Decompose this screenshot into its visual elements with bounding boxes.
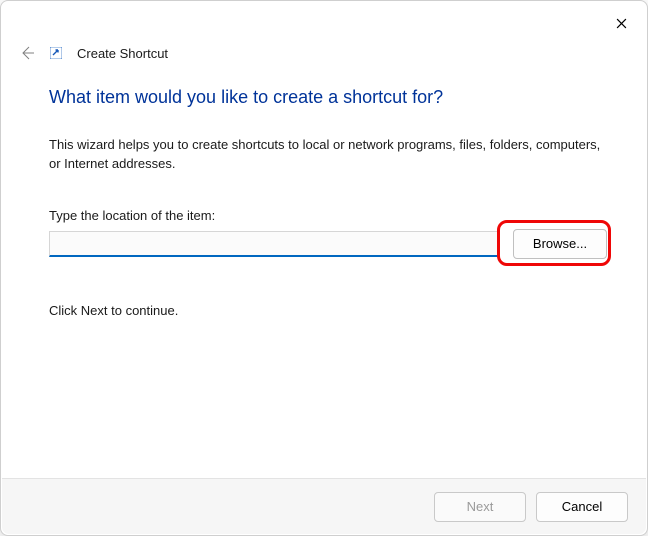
back-button[interactable] <box>17 43 37 63</box>
location-label: Type the location of the item: <box>49 208 607 223</box>
wizard-footer: Next Cancel <box>2 478 646 534</box>
cancel-button[interactable]: Cancel <box>536 492 628 522</box>
browse-button[interactable]: Browse... <box>513 229 607 259</box>
next-button[interactable]: Next <box>434 492 526 522</box>
close-icon <box>616 18 627 29</box>
close-button[interactable] <box>611 13 631 33</box>
location-row: Browse... <box>49 229 607 259</box>
wizard-title: Create Shortcut <box>77 46 168 61</box>
shortcut-icon <box>49 46 63 60</box>
location-input[interactable] <box>49 231 499 257</box>
page-heading: What item would you like to create a sho… <box>49 87 607 108</box>
page-description: This wizard helps you to create shortcut… <box>49 136 607 174</box>
continue-hint: Click Next to continue. <box>49 303 607 318</box>
back-arrow-icon <box>19 45 35 61</box>
wizard-content: What item would you like to create a sho… <box>49 87 607 318</box>
create-shortcut-wizard: Create Shortcut What item would you like… <box>0 0 648 536</box>
wizard-header: Create Shortcut <box>17 43 168 63</box>
